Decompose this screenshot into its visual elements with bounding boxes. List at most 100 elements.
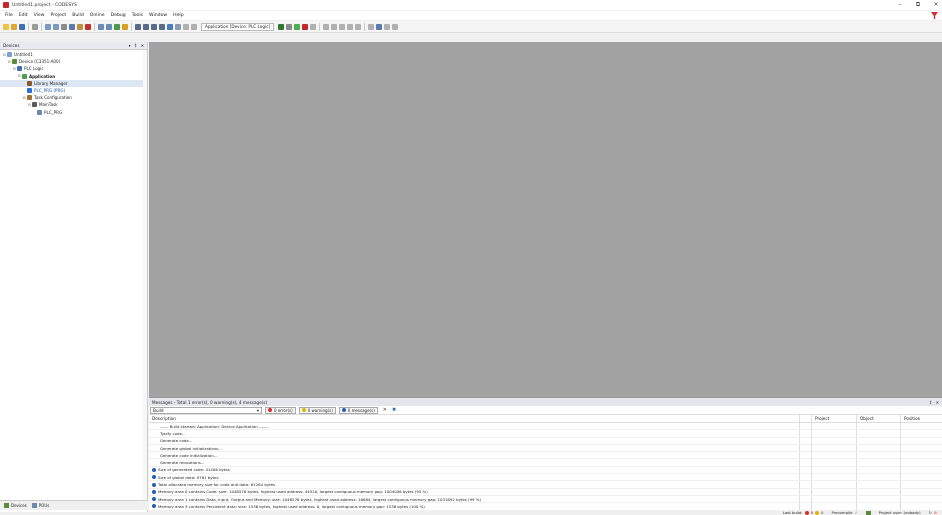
message-cell: [900, 474, 942, 481]
run-to-cursor-icon[interactable]: [355, 23, 362, 30]
redo-icon[interactable]: [53, 23, 59, 30]
export-icon[interactable]: [183, 23, 189, 30]
copy-icon[interactable]: [69, 23, 75, 30]
message-cell: [811, 488, 856, 495]
tree-item[interactable]: ⊟ MainTask: [0, 101, 147, 108]
cut-icon[interactable]: [61, 23, 67, 30]
tree-item[interactable]: ⊟ Device (C3351-A00): [0, 58, 147, 65]
column-position[interactable]: Position: [900, 415, 942, 422]
messages-pin-icon[interactable]: ‡: [930, 400, 932, 405]
message-cell: [900, 466, 942, 474]
menu-build[interactable]: Build: [72, 13, 84, 18]
bookmark-icon[interactable]: [135, 23, 141, 30]
tab-devices[interactable]: Devices: [4, 503, 27, 508]
menu-online[interactable]: Online: [90, 13, 105, 18]
message-source-select[interactable]: Build ▾: [150, 406, 262, 414]
device-settings-icon[interactable]: [175, 23, 181, 30]
restore-button[interactable]: ⧉: [914, 1, 922, 9]
write-values-icon[interactable]: [368, 23, 375, 30]
message-row[interactable]: ------ Build started: Application: Devic…: [149, 423, 942, 431]
status-bar: Last build: 0 0 Precompile ✓ Project use…: [149, 510, 942, 515]
bookmark-prev-icon[interactable]: [151, 23, 157, 30]
message-row[interactable]: Size of generated code: 41406 bytes: [149, 466, 942, 475]
bookmark-next-icon[interactable]: [143, 23, 149, 30]
online-change-icon[interactable]: [392, 23, 399, 30]
warnings-filter-label: 0 warning(s): [307, 407, 333, 413]
tree-item[interactable]: PLC_PRG (PRG): [0, 87, 147, 94]
tree-item[interactable]: Library Manager: [0, 79, 147, 87]
tree-item[interactable]: ⊟ Application: [0, 73, 147, 80]
new-project-icon[interactable]: [3, 23, 9, 30]
column-description[interactable]: Description: [149, 416, 799, 421]
minimize-button[interactable]: –: [896, 1, 904, 9]
menu-help[interactable]: Help: [173, 13, 183, 18]
message-row[interactable]: Total allocated memory size for code and…: [149, 481, 942, 489]
tree-item[interactable]: ⊟ Untitled1: [0, 51, 147, 58]
pane-dropdown-icon[interactable]: ▾: [129, 43, 131, 48]
build-icon[interactable]: [114, 23, 120, 30]
messages-filter-button[interactable]: 0 message(s): [338, 406, 378, 414]
errors-filter-button[interactable]: 0 error(s): [265, 406, 296, 414]
pane-pin-icon[interactable]: ‡: [135, 43, 137, 48]
logout-icon[interactable]: [286, 23, 293, 30]
refresh-icon[interactable]: ↻: [929, 510, 932, 515]
step-over-icon[interactable]: [331, 23, 338, 30]
tab-pous[interactable]: POUs: [31, 503, 49, 508]
menu-window[interactable]: Window: [149, 13, 167, 18]
message-cell: [856, 503, 900, 510]
active-application-combo[interactable]: Application [Device: PLC Logic]: [201, 22, 275, 31]
message-row[interactable]: Size of global data: 9781 bytes: [149, 474, 942, 482]
login-icon[interactable]: [278, 23, 285, 30]
grid-icon[interactable]: [167, 23, 173, 30]
message-row[interactable]: Generate code initialization...: [149, 452, 942, 460]
menu-debug[interactable]: Debug: [111, 13, 126, 18]
message-row[interactable]: Typify code...: [149, 430, 942, 438]
unforce-icon[interactable]: [384, 23, 391, 30]
message-row[interactable]: Generate global initializations...: [149, 444, 942, 453]
message-row[interactable]: Generate code...: [149, 437, 942, 445]
bookmark-clear-icon[interactable]: [159, 23, 165, 30]
menu-file[interactable]: File: [5, 13, 13, 18]
close-button[interactable]: ✕: [932, 1, 940, 9]
reset-icon[interactable]: [310, 23, 317, 30]
find-icon[interactable]: [98, 23, 104, 30]
menu-tools[interactable]: Tools: [132, 13, 143, 18]
column-project[interactable]: Project: [811, 415, 856, 422]
tree-scrollbar[interactable]: [143, 50, 147, 510]
compare-icon[interactable]: [191, 23, 197, 30]
tree-item[interactable]: ⊟ PLC Logic: [0, 65, 147, 72]
pou-icon: [27, 88, 32, 94]
step-out-icon[interactable]: [347, 23, 354, 30]
paste-icon[interactable]: [77, 23, 83, 30]
active-application-label: Application [Device: PLC Logic]: [205, 24, 271, 29]
stop-icon[interactable]: [302, 23, 309, 30]
save-icon[interactable]: [19, 23, 25, 30]
menu-view[interactable]: View: [34, 13, 45, 18]
warnings-filter-button[interactable]: 0 warning(s): [298, 406, 336, 414]
message-row[interactable]: Memory area 1 contains Data, Input, Outp…: [149, 495, 942, 504]
start-icon[interactable]: [294, 23, 301, 30]
undo-icon[interactable]: [45, 23, 51, 30]
replace-icon[interactable]: [106, 23, 112, 30]
step-into-icon[interactable]: [339, 23, 346, 30]
print-icon[interactable]: [32, 23, 38, 30]
clear-messages-icon[interactable]: ✕: [383, 407, 387, 413]
menu-project[interactable]: Project: [51, 13, 67, 18]
message-row[interactable]: Memory area 0 contains Code: size: 10485…: [149, 488, 942, 496]
breakpoint-icon[interactable]: [323, 23, 330, 30]
messages-close-icon[interactable]: ✕: [936, 400, 939, 405]
tree-item[interactable]: ⊟ Task Configuration: [0, 94, 147, 101]
open-project-icon[interactable]: [11, 23, 17, 30]
column-object[interactable]: Object: [856, 415, 900, 422]
tree-item-label: PLC Logic: [24, 66, 44, 72]
filter-messages-icon[interactable]: ✖: [392, 407, 396, 413]
messages-toolbar: Build ▾ 0 error(s) 0 warning(s) 0 messag…: [149, 406, 942, 415]
rebuild-icon[interactable]: [122, 23, 128, 30]
force-values-icon[interactable]: [376, 23, 383, 30]
alert-icon[interactable]: ⊘: [934, 510, 937, 515]
menu-edit[interactable]: Edit: [19, 13, 28, 18]
delete-icon[interactable]: [85, 23, 91, 30]
message-row[interactable]: Generate relocations...: [149, 459, 942, 467]
tree-item[interactable]: PLC_PRG: [0, 109, 147, 116]
pane-close-icon[interactable]: ✕: [141, 43, 144, 48]
